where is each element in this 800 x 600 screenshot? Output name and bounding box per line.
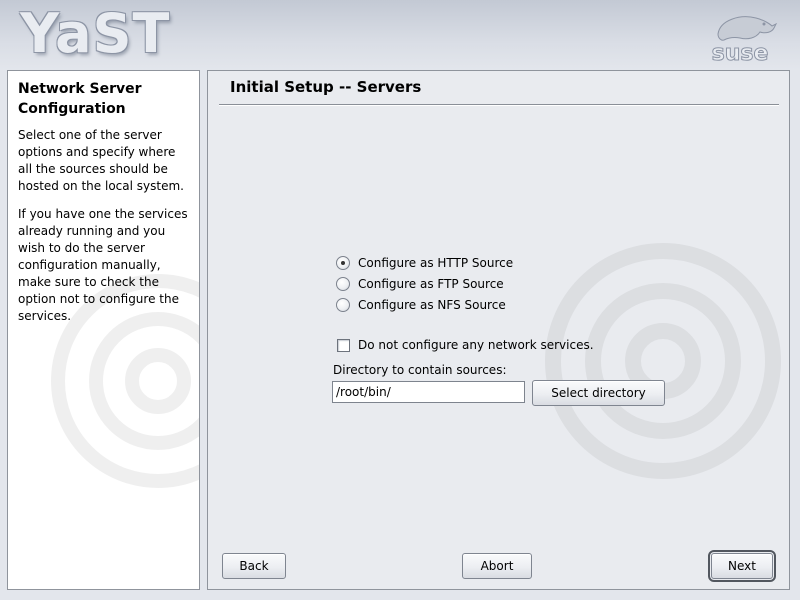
- radio-label[interactable]: Configure as NFS Source: [358, 298, 506, 312]
- radio-http-source[interactable]: Configure as HTTP Source: [336, 254, 513, 272]
- suse-logo: suse: [711, 16, 778, 64]
- checkbox-icon[interactable]: [337, 338, 350, 352]
- header-banner: YaST suse: [0, 0, 800, 70]
- radio-button-icon[interactable]: [336, 277, 350, 291]
- radio-ftp-source[interactable]: Configure as FTP Source: [336, 275, 504, 293]
- back-button[interactable]: Back: [222, 553, 286, 579]
- abort-button[interactable]: Abort: [462, 553, 532, 579]
- directory-label: Directory to contain sources:: [333, 363, 507, 377]
- radio-button-icon[interactable]: [336, 256, 350, 270]
- radio-nfs-source[interactable]: Configure as NFS Source: [336, 296, 506, 314]
- help-panel: Network Server Configuration Select one …: [7, 70, 200, 590]
- suse-wordmark: suse: [712, 41, 769, 64]
- watermark-swirl-icon: [545, 243, 781, 479]
- page-title: Initial Setup -- Servers: [230, 78, 422, 96]
- main-panel: Initial Setup -- Servers Configure as HT…: [207, 70, 790, 590]
- checkbox-label[interactable]: Do not configure any network services.: [358, 338, 594, 352]
- select-directory-button[interactable]: Select directory: [532, 380, 665, 406]
- yast-logo: YaST: [20, 2, 171, 65]
- no-configure-checkbox[interactable]: Do not configure any network services.: [337, 336, 594, 354]
- watermark-swirl-icon: [51, 274, 199, 488]
- directory-input[interactable]: [332, 381, 525, 403]
- title-separator: [219, 104, 779, 106]
- radio-label[interactable]: Configure as FTP Source: [358, 277, 504, 291]
- help-title: Network Server Configuration: [18, 81, 142, 117]
- radio-label[interactable]: Configure as HTTP Source: [358, 256, 513, 270]
- next-button[interactable]: Next: [708, 550, 776, 582]
- radio-button-icon[interactable]: [336, 298, 350, 312]
- help-paragraph: Select one of the server options and spe…: [18, 128, 184, 193]
